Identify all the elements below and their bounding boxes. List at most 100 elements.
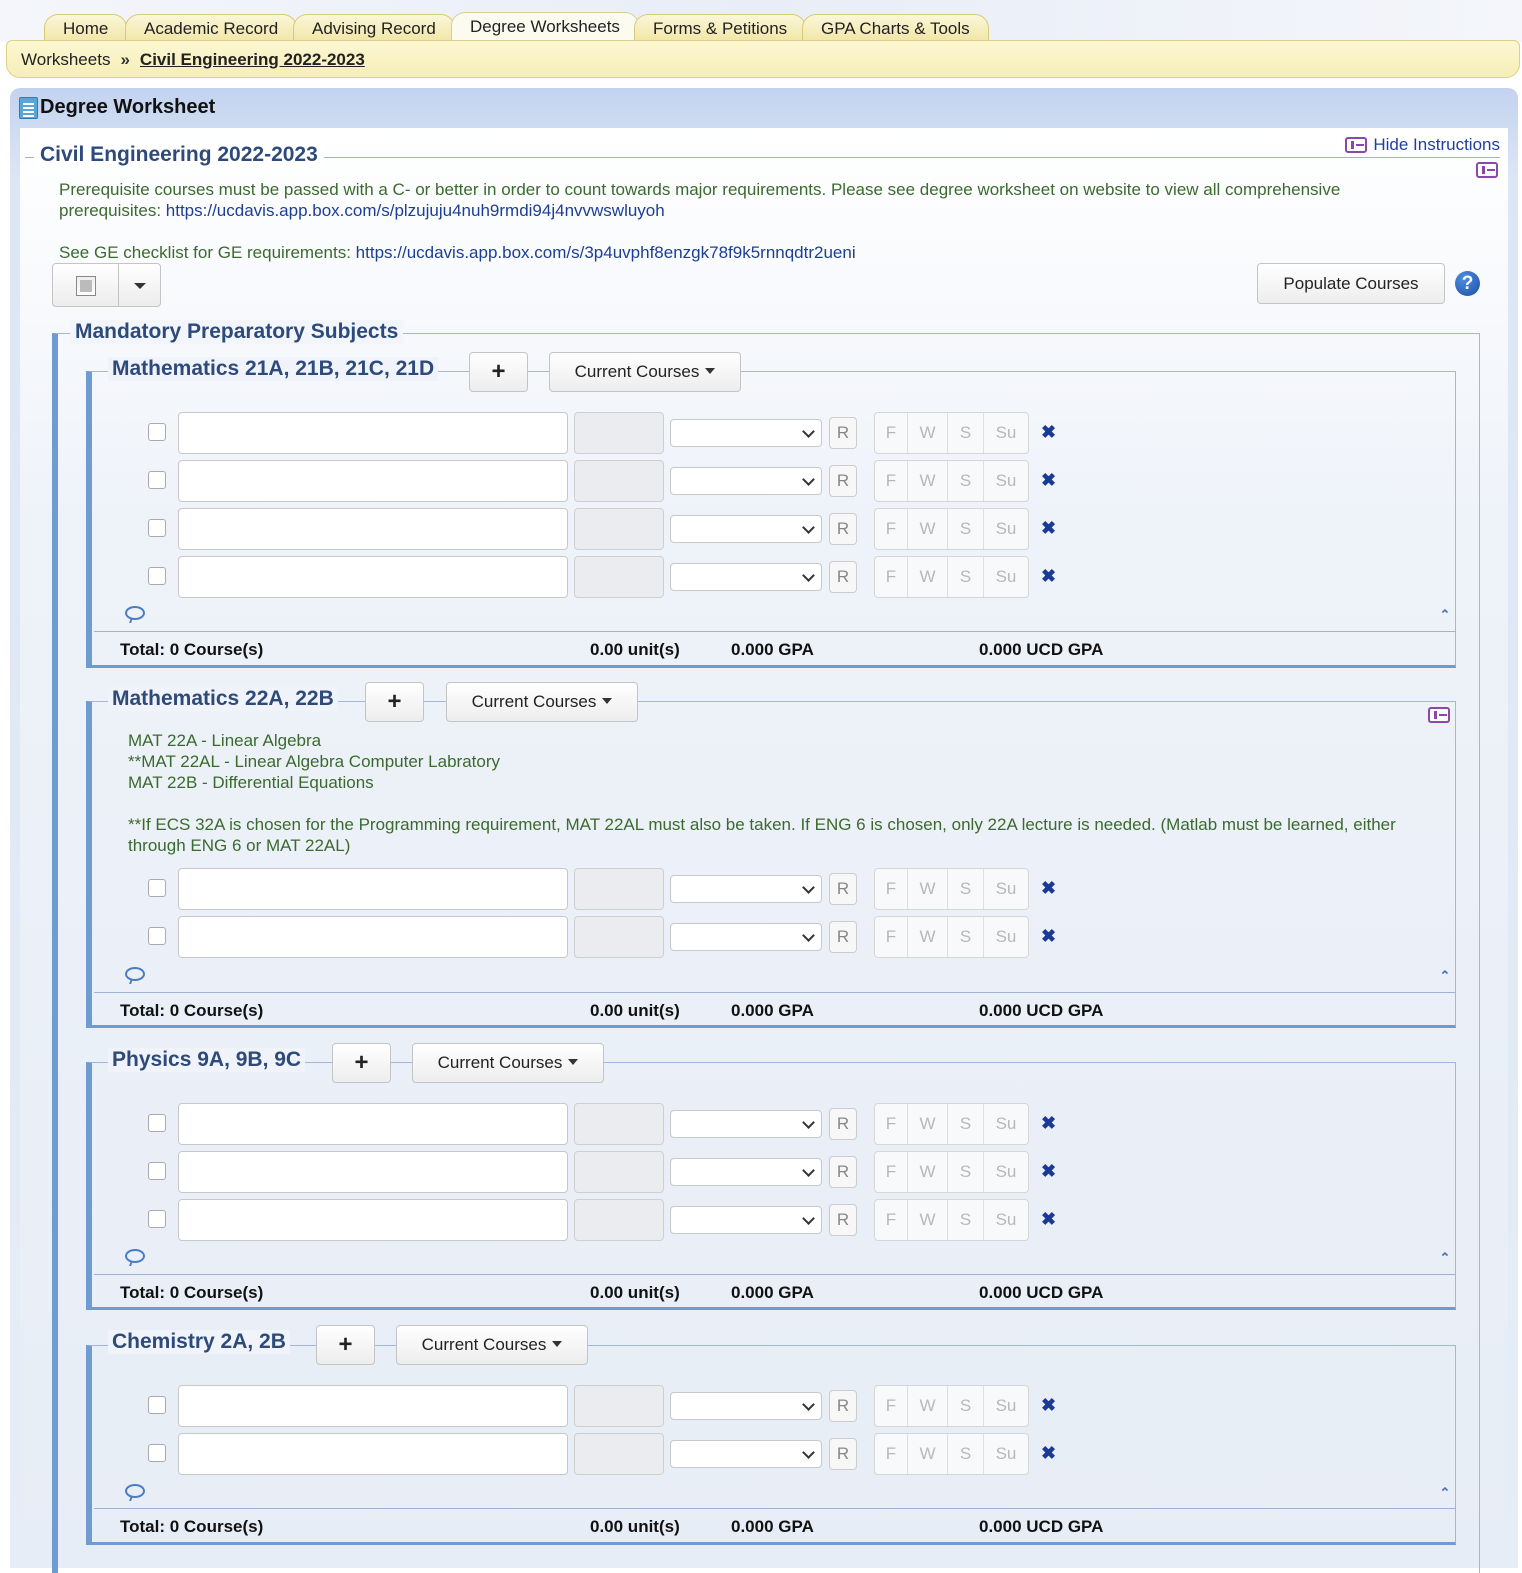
row-checkbox[interactable]	[148, 927, 166, 945]
term-toggle[interactable]: W	[908, 1434, 948, 1474]
ge-link[interactable]: https://ucdavis.app.box.com/s/3p4uvphf8e…	[356, 243, 856, 262]
row-checkbox[interactable]	[148, 1162, 166, 1180]
collapse-icon[interactable]: ⌃	[1439, 1486, 1451, 1502]
current-courses-dropdown[interactable]: Current Courses	[446, 682, 638, 722]
term-toggle[interactable]: S	[948, 1386, 984, 1426]
comment-icon[interactable]	[125, 1484, 145, 1498]
term-toggle[interactable]: W	[908, 1152, 948, 1192]
add-course-button[interactable]: +	[469, 352, 528, 392]
term-toggle[interactable]: Su	[984, 413, 1028, 453]
term-toggle[interactable]: Su	[984, 461, 1028, 501]
populate-courses-button[interactable]: Populate Courses	[1257, 263, 1445, 304]
course-input[interactable]	[178, 412, 568, 454]
units-input[interactable]	[574, 1199, 664, 1241]
term-toggle[interactable]: F	[875, 509, 908, 549]
term-toggle[interactable]: F	[875, 1104, 908, 1144]
term-toggle[interactable]: Su	[984, 869, 1028, 909]
term-toggle[interactable]: S	[948, 1434, 984, 1474]
row-checkbox[interactable]	[148, 567, 166, 585]
units-input[interactable]	[574, 1151, 664, 1193]
repeat-button[interactable]: R	[829, 1156, 857, 1188]
collapse-icon[interactable]: ⌃	[1439, 969, 1451, 985]
grade-select[interactable]	[670, 1440, 822, 1468]
hide-instructions-link[interactable]: Hide Instructions	[1341, 135, 1500, 155]
repeat-button[interactable]: R	[829, 561, 857, 593]
grade-select[interactable]	[670, 467, 822, 495]
tab-forms-petitions[interactable]: Forms & Petitions	[634, 14, 807, 42]
delete-row-icon[interactable]: ✖	[1041, 1444, 1056, 1462]
delete-row-icon[interactable]: ✖	[1041, 1396, 1056, 1414]
repeat-button[interactable]: R	[829, 1390, 857, 1422]
repeat-button[interactable]: R	[829, 513, 857, 545]
term-toggle[interactable]: Su	[984, 917, 1028, 957]
term-toggle[interactable]: W	[908, 869, 948, 909]
grade-select[interactable]	[670, 1110, 822, 1138]
breadcrumb-current[interactable]: Civil Engineering 2022-2023	[140, 50, 365, 69]
delete-row-icon[interactable]: ✖	[1041, 879, 1056, 897]
comment-icon[interactable]	[125, 1249, 145, 1263]
term-toggle[interactable]: S	[948, 1200, 984, 1240]
term-toggle[interactable]: S	[948, 461, 984, 501]
info-icon[interactable]	[1476, 162, 1498, 178]
term-toggle[interactable]: S	[948, 1104, 984, 1144]
current-courses-dropdown[interactable]: Current Courses	[412, 1043, 604, 1083]
units-input[interactable]	[574, 1103, 664, 1145]
term-toggle[interactable]: Su	[984, 509, 1028, 549]
term-toggle[interactable]: Su	[984, 557, 1028, 597]
tab-gpa-charts-tools[interactable]: GPA Charts & Tools	[802, 14, 989, 42]
repeat-button[interactable]: R	[829, 417, 857, 449]
grade-select[interactable]	[670, 515, 822, 543]
course-input[interactable]	[178, 508, 568, 550]
grade-select[interactable]	[670, 1392, 822, 1420]
term-toggle[interactable]: S	[948, 917, 984, 957]
term-toggle[interactable]: S	[948, 869, 984, 909]
term-toggle[interactable]: Su	[984, 1200, 1028, 1240]
delete-row-icon[interactable]: ✖	[1041, 567, 1056, 585]
repeat-button[interactable]: R	[829, 1204, 857, 1236]
row-checkbox[interactable]	[148, 1210, 166, 1228]
units-input[interactable]	[574, 556, 664, 598]
tab-home[interactable]: Home	[44, 14, 128, 42]
term-toggle[interactable]: W	[908, 1104, 948, 1144]
info-icon[interactable]	[1428, 707, 1450, 723]
delete-row-icon[interactable]: ✖	[1041, 1210, 1056, 1228]
term-toggle[interactable]: S	[948, 413, 984, 453]
row-checkbox[interactable]	[148, 1444, 166, 1462]
term-toggle[interactable]: Su	[984, 1152, 1028, 1192]
term-toggle[interactable]: W	[908, 509, 948, 549]
course-input[interactable]	[178, 1433, 568, 1475]
course-input[interactable]	[178, 1103, 568, 1145]
units-input[interactable]	[574, 916, 664, 958]
units-input[interactable]	[574, 412, 664, 454]
grade-select[interactable]	[670, 419, 822, 447]
current-courses-dropdown[interactable]: Current Courses	[549, 352, 741, 392]
delete-row-icon[interactable]: ✖	[1041, 1162, 1056, 1180]
delete-row-icon[interactable]: ✖	[1041, 1114, 1056, 1132]
current-courses-dropdown[interactable]: Current Courses	[396, 1325, 588, 1365]
term-toggle[interactable]: W	[908, 557, 948, 597]
row-checkbox[interactable]	[148, 1396, 166, 1414]
repeat-button[interactable]: R	[829, 921, 857, 953]
grade-select[interactable]	[670, 923, 822, 951]
term-toggle[interactable]: F	[875, 869, 908, 909]
tab-advising-record[interactable]: Advising Record	[293, 14, 455, 42]
comment-icon[interactable]	[125, 606, 145, 620]
delete-row-icon[interactable]: ✖	[1041, 423, 1056, 441]
repeat-button[interactable]: R	[829, 873, 857, 905]
row-checkbox[interactable]	[148, 471, 166, 489]
term-toggle[interactable]: F	[875, 917, 908, 957]
course-input[interactable]	[178, 1385, 568, 1427]
term-toggle[interactable]: F	[875, 1152, 908, 1192]
help-icon[interactable]: ?	[1455, 271, 1480, 296]
row-checkbox[interactable]	[148, 519, 166, 537]
term-toggle[interactable]: F	[875, 1434, 908, 1474]
term-toggle[interactable]: W	[908, 917, 948, 957]
collapse-icon[interactable]: ⌃	[1439, 608, 1451, 624]
term-toggle[interactable]: F	[875, 413, 908, 453]
select-all-checkbox[interactable]	[76, 276, 96, 296]
breadcrumb-root[interactable]: Worksheets	[21, 50, 110, 69]
grade-select[interactable]	[670, 875, 822, 903]
term-toggle[interactable]: Su	[984, 1434, 1028, 1474]
course-input[interactable]	[178, 1151, 568, 1193]
term-toggle[interactable]: W	[908, 413, 948, 453]
